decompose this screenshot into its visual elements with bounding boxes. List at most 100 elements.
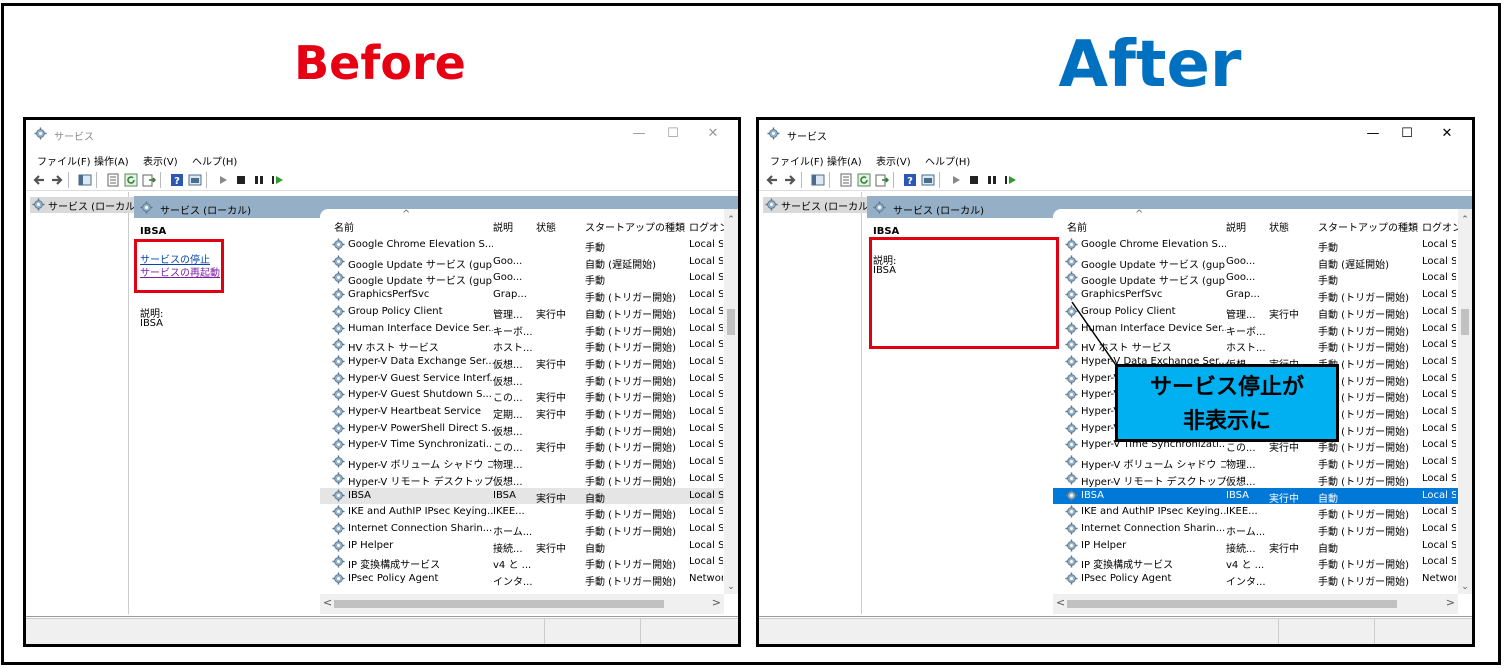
column-status[interactable]: 状態 bbox=[1269, 219, 1289, 234]
column-description[interactable]: 説明 bbox=[1226, 219, 1246, 234]
service-row[interactable]: Hyper-V Guest Service Interf...仮想... 手動 (… bbox=[320, 371, 724, 388]
vertical-scrollbar[interactable]: ⌃ ⌄ bbox=[724, 209, 738, 594]
service-row[interactable]: Hyper-V ボリューム シャドウ コピ...物理... 手動 (トリガー開始)… bbox=[1053, 454, 1458, 471]
service-row[interactable]: IKE and AuthIP IPsec Keying... IKEE... 手動 … bbox=[320, 504, 724, 521]
service-row[interactable]: Hyper-V PowerShell Direct S...仮想... 手動 (ト… bbox=[320, 421, 724, 438]
nav-item-services-local[interactable]: サービス (ローカル) bbox=[30, 197, 143, 213]
restart-service-icon[interactable] bbox=[1003, 173, 1017, 187]
menu-item-0[interactable]: ファイル(F) bbox=[770, 153, 824, 168]
scroll-up-icon[interactable]: ⌃ bbox=[1458, 215, 1472, 225]
service-row[interactable]: Hyper-V Guest Shutdown S...この... 実行中 手動 (ト… bbox=[320, 387, 724, 404]
service-row[interactable]: Hyper-V リモート デスクトップ仮...仮想... 手動 (トリガー開始) L… bbox=[1053, 471, 1458, 488]
service-row[interactable]: Internet Connection Sharin... ホーム... 手動 (ト… bbox=[320, 521, 724, 538]
start-service-icon[interactable] bbox=[949, 173, 963, 187]
column-description[interactable]: 説明 bbox=[493, 219, 513, 234]
export-list-icon[interactable] bbox=[142, 173, 157, 187]
service-row[interactable]: Google Update サービス (gup... Goo... 手動 Local … bbox=[320, 270, 724, 287]
service-row[interactable]: Internet Connection Sharin... ホーム... 手動 (ト… bbox=[1053, 521, 1458, 538]
menu-item-2[interactable]: 表示(V) bbox=[876, 153, 911, 168]
service-row[interactable]: IP Helper 接続... 実行中 自動 Local S bbox=[320, 538, 724, 555]
service-description: v4 と ... bbox=[493, 560, 532, 572]
refresh-icon[interactable] bbox=[857, 173, 871, 187]
properties-icon[interactable] bbox=[106, 173, 120, 187]
scroll-down-icon[interactable]: ⌄ bbox=[1458, 582, 1472, 592]
service-row[interactable]: IBSA IBSA 実行中 自動 Local S bbox=[1053, 487, 1458, 505]
column-name[interactable]: 名前 bbox=[1067, 219, 1087, 234]
scroll-up-icon[interactable]: ⌃ bbox=[724, 215, 738, 225]
service-row[interactable]: GraphicsPerfSvc Grap... 手動 (トリガー開始) Local S bbox=[320, 287, 724, 304]
service-row[interactable]: IP Helper 接続... 実行中 自動 Local S bbox=[1053, 538, 1458, 555]
menu-item-2[interactable]: 表示(V) bbox=[143, 153, 178, 168]
service-row[interactable]: Group Policy Client 管理... 実行中 自動 (トリガー開始) Lo… bbox=[320, 304, 724, 321]
export-list-icon[interactable] bbox=[875, 173, 890, 187]
properties-icon[interactable] bbox=[839, 173, 853, 187]
hscroll-thumb[interactable] bbox=[334, 600, 664, 608]
service-row[interactable]: Hyper-V Time Synchronizati... この... 実行中 手動 … bbox=[320, 437, 724, 454]
start-service-icon[interactable] bbox=[216, 173, 230, 187]
forward-arrow-icon[interactable] bbox=[50, 173, 64, 187]
column-logon[interactable]: ログオン bbox=[1422, 219, 1462, 234]
service-row[interactable]: Hyper-V ボリューム シャドウ コピ...物理... 手動 (トリガー開始)… bbox=[320, 454, 724, 471]
minimize-button[interactable]: — bbox=[1358, 124, 1388, 144]
service-row[interactable]: IPsec Policy Agent インタ... 手動 (トリガー開始) Netwo… bbox=[1053, 571, 1458, 588]
back-arrow-icon[interactable] bbox=[32, 173, 46, 187]
nav-item-services-local[interactable]: サービス (ローカル) bbox=[763, 197, 876, 213]
refresh-icon[interactable] bbox=[124, 173, 138, 187]
menu-item-3[interactable]: ヘルプ(H) bbox=[925, 153, 970, 168]
service-row[interactable]: Hyper-V Data Exchange Ser...仮想... 実行中 手動 (… bbox=[320, 354, 724, 371]
column-status[interactable]: 状態 bbox=[536, 219, 556, 234]
horizontal-scrollbar[interactable]: < > bbox=[320, 594, 724, 614]
column-name[interactable]: 名前 bbox=[334, 219, 354, 234]
menu-item-3[interactable]: ヘルプ(H) bbox=[192, 153, 237, 168]
menu-item-1[interactable]: 操作(A) bbox=[827, 153, 862, 168]
scroll-right-icon[interactable]: > bbox=[712, 596, 721, 609]
help-icon[interactable]: ? bbox=[903, 173, 917, 187]
title-bar: サービス — ☐ ✕ bbox=[759, 120, 1472, 148]
service-row[interactable]: IP 変換構成サービス v4 と ... 手動 (トリガー開始) Local S bbox=[1053, 554, 1458, 571]
view-icon[interactable] bbox=[188, 173, 202, 187]
pause-service-icon[interactable] bbox=[985, 173, 999, 187]
console-tree-icon[interactable] bbox=[811, 173, 825, 187]
scroll-right-icon[interactable]: > bbox=[1446, 596, 1455, 609]
menu-item-1[interactable]: 操作(A) bbox=[94, 153, 129, 168]
forward-arrow-icon[interactable] bbox=[783, 173, 797, 187]
service-row[interactable]: IBSA IBSA 実行中 自動 Local S bbox=[320, 487, 724, 505]
close-button[interactable]: ✕ bbox=[698, 124, 728, 144]
service-row[interactable]: Hyper-V リモート デスクトップ仮...仮想... 手動 (トリガー開始) L… bbox=[320, 471, 724, 488]
service-row[interactable]: Google Chrome Elevation S... 手動 Local S bbox=[1053, 237, 1458, 254]
hscroll-thumb[interactable] bbox=[1067, 600, 1397, 608]
horizontal-scrollbar[interactable]: < > bbox=[1053, 594, 1458, 614]
restart-service-icon[interactable] bbox=[270, 173, 284, 187]
minimize-button[interactable]: — bbox=[624, 124, 654, 144]
service-row[interactable]: IP 変換構成サービス v4 と ... 手動 (トリガー開始) Local S bbox=[320, 554, 724, 571]
service-row[interactable]: IPsec Policy Agent インタ... 手動 (トリガー開始) Netwo… bbox=[320, 571, 724, 588]
console-tree-icon[interactable] bbox=[78, 173, 92, 187]
maximize-button[interactable]: ☐ bbox=[1392, 124, 1422, 144]
service-row[interactable]: HV ホスト サービス ホスト... 手動 (トリガー開始) Local S bbox=[320, 337, 724, 354]
stop-service-icon[interactable] bbox=[234, 173, 248, 187]
scroll-left-icon[interactable]: < bbox=[323, 596, 332, 609]
service-row[interactable]: Google Chrome Elevation S... 手動 Local S bbox=[320, 237, 724, 254]
pause-service-icon[interactable] bbox=[252, 173, 266, 187]
scroll-thumb[interactable] bbox=[727, 309, 735, 335]
service-row[interactable]: Hyper-V Heartbeat Service 定期... 実行中 手動 (トリガ… bbox=[320, 404, 724, 421]
close-button[interactable]: ✕ bbox=[1432, 124, 1462, 144]
column-logon[interactable]: ログオン bbox=[689, 219, 729, 234]
help-icon[interactable]: ? bbox=[170, 173, 184, 187]
menu-item-0[interactable]: ファイル(F) bbox=[37, 153, 91, 168]
back-arrow-icon[interactable] bbox=[765, 173, 779, 187]
view-icon[interactable] bbox=[921, 173, 935, 187]
column-startup-type[interactable]: スタートアップの種類 bbox=[1318, 219, 1418, 234]
service-row[interactable]: IKE and AuthIP IPsec Keying... IKEE... 手動 … bbox=[1053, 504, 1458, 521]
column-startup-type[interactable]: スタートアップの種類 bbox=[585, 219, 685, 234]
service-row[interactable]: Human Interface Device Ser... キーボ... 手動 (ト… bbox=[320, 321, 724, 338]
vertical-scrollbar[interactable]: ⌃ ⌄ bbox=[1458, 209, 1472, 594]
stop-service-icon[interactable] bbox=[967, 173, 981, 187]
scroll-left-icon[interactable]: < bbox=[1056, 596, 1065, 609]
service-row[interactable]: Google Update サービス (gup... Goo... 自動 (遅延開始… bbox=[1053, 254, 1458, 271]
service-row[interactable]: Google Update サービス (gup... Goo... 手動 Local … bbox=[1053, 270, 1458, 287]
service-row[interactable]: Google Update サービス (gup... Goo... 自動 (遅延開始… bbox=[320, 254, 724, 271]
maximize-button[interactable]: ☐ bbox=[658, 124, 688, 144]
scroll-thumb[interactable] bbox=[1461, 309, 1469, 335]
scroll-down-icon[interactable]: ⌄ bbox=[724, 582, 738, 592]
